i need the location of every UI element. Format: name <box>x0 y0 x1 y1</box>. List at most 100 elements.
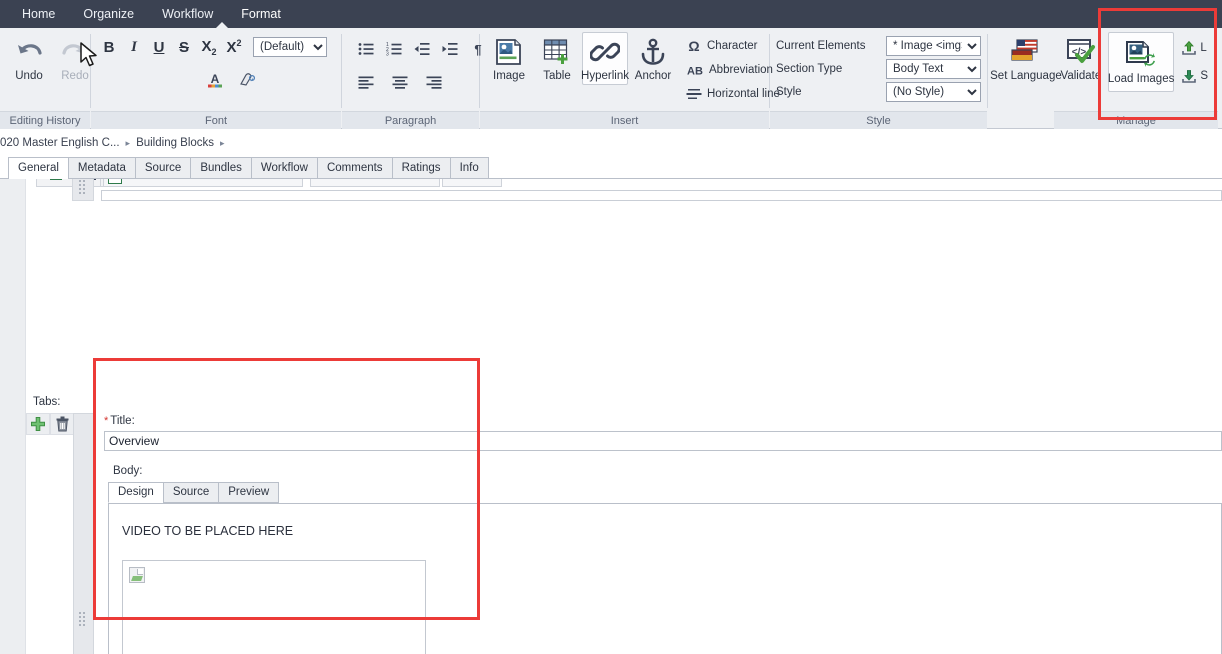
insert-anchor-button[interactable]: Anchor <box>630 32 676 85</box>
insert-character-label: Character <box>707 40 758 52</box>
tab-comments[interactable]: Comments <box>316 157 393 178</box>
mouse-cursor-icon <box>80 42 100 73</box>
delete-tab-button[interactable] <box>50 413 74 435</box>
hyperlink-icon <box>590 42 620 62</box>
style-label: Style <box>776 86 802 98</box>
highlight-color-button[interactable] <box>235 68 259 92</box>
bulleted-list-button[interactable] <box>354 37 378 61</box>
section-type-row: Section Type Body Text <box>776 59 981 79</box>
rich-text-editor-canvas[interactable]: VIDEO TO BE PLACED HERE – no sampling re… <box>108 503 1222 654</box>
content-tabs: General Metadata Source Bundles Workflow… <box>0 157 1222 179</box>
menu-bar: Home Organize Workflow Format <box>0 0 1222 29</box>
cutoff-icon <box>50 179 62 180</box>
ribbon-group-label-paragraph: Paragraph <box>342 111 479 129</box>
insert-hyperlink-button[interactable]: Hyperlink <box>581 32 629 85</box>
insert-image-button[interactable]: Image <box>486 32 532 85</box>
breadcrumb-separator-icon: ▸ <box>220 137 225 148</box>
tab-block-drag-handle[interactable] <box>73 413 94 654</box>
add-plus-icon <box>31 417 45 431</box>
align-right-button[interactable] <box>422 70 446 94</box>
menu-item-home[interactable]: Home <box>8 0 69 28</box>
insert-table-label: Table <box>543 70 571 82</box>
image-icon <box>496 39 521 65</box>
tab-metadata[interactable]: Metadata <box>67 157 136 178</box>
insert-image-label: Image <box>493 70 525 82</box>
decrease-indent-button[interactable] <box>410 37 434 61</box>
ribbon-group-label-insert: Insert <box>480 111 769 129</box>
cutoff-toolbar-cell <box>442 179 502 187</box>
breadcrumb: 020 Master English C... ▸ Building Block… <box>0 129 1222 157</box>
editor-tab-preview[interactable]: Preview <box>218 482 280 503</box>
section-type-select[interactable]: Body Text <box>886 59 981 79</box>
numbered-list-icon: 1 2 3 <box>386 42 402 56</box>
download-arrow-icon <box>1182 70 1197 83</box>
tab-bundles[interactable]: Bundles <box>190 157 252 178</box>
insert-abbreviation-button[interactable]: AB Abbreviation <box>682 60 784 80</box>
validate-button[interactable]: </> Validate <box>1058 32 1104 85</box>
svg-text:A: A <box>211 72 220 86</box>
insert-anchor-label: Anchor <box>634 70 672 82</box>
upload-button[interactable]: L <box>1177 38 1212 58</box>
menu-item-organize[interactable]: Organize <box>69 0 148 28</box>
upload-arrow-icon <box>1182 40 1197 55</box>
increase-indent-button[interactable] <box>438 37 462 61</box>
current-elements-row: Current Elements * Image <img> <box>776 36 981 56</box>
cutoff-toolbar-cell <box>310 179 440 187</box>
video-placeholder-box[interactable] <box>122 560 426 654</box>
bold-button[interactable]: B <box>97 39 121 56</box>
editor-mode-tabs: Design Source Preview <box>108 482 280 503</box>
align-right-icon <box>426 76 442 89</box>
editor-tab-source[interactable]: Source <box>162 482 220 503</box>
tab-ratings[interactable]: Ratings <box>391 157 451 178</box>
strikethrough-button[interactable]: S <box>172 39 196 56</box>
tab-workflow[interactable]: Workflow <box>250 157 318 178</box>
validate-label: Validate <box>1060 70 1102 82</box>
underline-button[interactable]: U <box>147 39 171 56</box>
load-images-button[interactable]: Load Images <box>1108 32 1174 92</box>
add-tab-button[interactable] <box>26 413 50 435</box>
load-images-refresh-icon <box>1126 41 1156 67</box>
insert-character-button[interactable]: Ω Character <box>682 36 784 56</box>
ribbon-group-manage: Set Language </> Validate Load Images L … <box>988 28 1218 129</box>
insert-horizontal-line-button[interactable]: Horizontal line <box>682 84 784 104</box>
tabs-section-label: Tabs: <box>33 396 61 408</box>
ribbon-group-label-editing-history: Editing History <box>0 111 90 129</box>
insert-table-button[interactable]: Table <box>534 32 580 85</box>
align-left-icon <box>358 76 374 89</box>
italic-button[interactable]: I <box>122 39 146 56</box>
font-color-button[interactable]: A <box>203 68 227 92</box>
broken-image-icon <box>129 567 145 583</box>
current-elements-select[interactable]: * Image <img> <box>886 36 981 56</box>
breadcrumb-item-0[interactable]: 020 Master English C... <box>0 137 120 149</box>
breadcrumb-separator-icon: ▸ <box>125 137 131 148</box>
superscript-button[interactable]: X2 <box>222 38 246 56</box>
undo-button[interactable]: Undo <box>6 34 52 85</box>
subscript-button[interactable]: X2 <box>197 38 221 57</box>
title-input[interactable] <box>104 431 1222 451</box>
field-drag-handle[interactable] <box>72 179 94 201</box>
style-row: Style (No Style) <box>776 82 981 102</box>
tab-info[interactable]: Info <box>449 157 489 178</box>
tab-general[interactable]: General <box>8 157 69 179</box>
style-select[interactable]: (No Style) <box>886 82 981 102</box>
tab-source[interactable]: Source <box>134 157 192 178</box>
numbered-list-button[interactable]: 1 2 3 <box>382 37 406 61</box>
download-button[interactable]: S <box>1177 66 1212 86</box>
bulleted-list-icon <box>358 43 374 55</box>
title-field-label-row: * Title: <box>104 415 135 427</box>
undo-label: Undo <box>15 70 43 82</box>
set-language-button[interactable]: Set Language <box>990 32 1062 85</box>
align-center-button[interactable] <box>388 70 412 94</box>
ribbon-toolbar: Undo Redo Editing History B I U S X2 X2 … <box>0 28 1222 129</box>
menu-item-format[interactable]: Format <box>227 0 295 28</box>
omega-icon: Ω <box>688 38 699 54</box>
cutoff-input-field[interactable] <box>101 190 1222 201</box>
form-area: Tabs: * Title: Body: Design Source Previ… <box>0 179 1222 654</box>
load-images-label: Load Images <box>1107 73 1175 85</box>
breadcrumb-item-1[interactable]: Building Blocks <box>136 137 214 149</box>
font-family-select[interactable]: (Default) <box>253 37 327 57</box>
editor-tab-design[interactable]: Design <box>108 482 164 503</box>
left-gutter <box>0 179 26 654</box>
highlight-color-icon <box>240 73 256 86</box>
align-left-button[interactable] <box>354 70 378 94</box>
